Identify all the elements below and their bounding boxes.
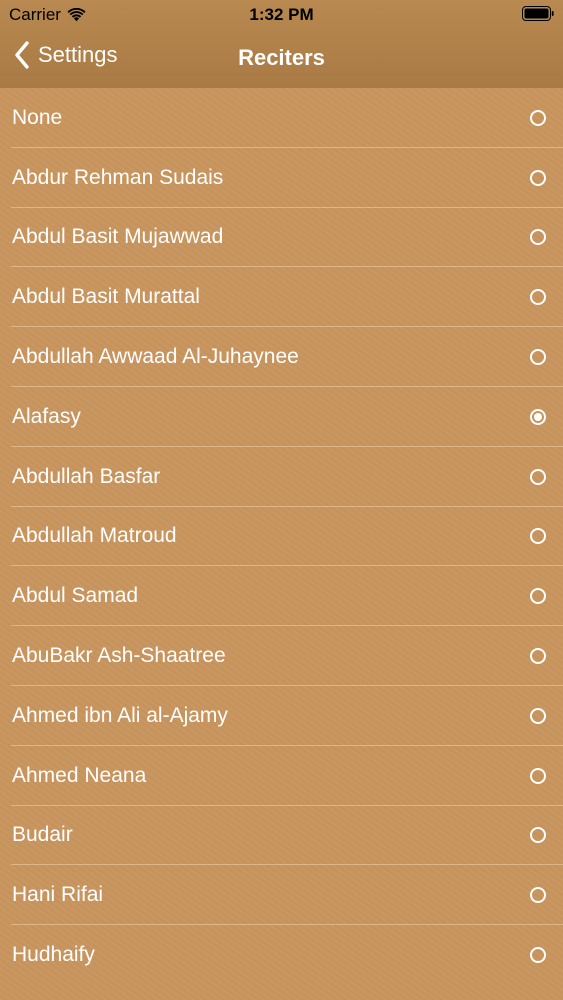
radio-button-icon[interactable] [530,648,546,665]
radio-button-icon[interactable] [530,947,546,964]
radio-button-selected-icon[interactable] [530,408,546,425]
radio-button-icon[interactable] [530,229,546,246]
list-item[interactable]: Abdur Rehman Sudais [0,148,563,208]
list-item-label: Abdullah Basfar [12,464,161,488]
radio-button-icon[interactable] [530,528,546,545]
radio-button-icon[interactable] [530,349,546,366]
list-item-label: Alafasy [12,404,81,428]
radio-button-icon[interactable] [530,887,546,904]
list-item[interactable]: Abdullah Basfar [0,447,563,507]
list-item[interactable]: None [0,88,563,148]
list-item[interactable]: Abdul Basit Mujawwad [0,208,563,268]
battery-icon [522,6,554,21]
list-item[interactable]: Hani Rifai [0,865,563,925]
list-item[interactable]: Abdul Basit Murattal [0,267,563,327]
list-item-label: Hani Rifai [12,883,104,907]
list-item-label: AbuBakr Ash-Shaatree [12,644,226,668]
status-bar: Carrier 1:32 PM [0,0,563,30]
list-item-label: Abdur Rehman Sudais [12,165,224,189]
radio-button-icon[interactable] [530,767,546,784]
list-item[interactable]: Ahmed Neana [0,746,563,806]
list-item-label: Abdul Samad [12,584,139,608]
list-item-label: Abdullah Matroud [12,524,177,548]
navigation-bar: Settings Reciters [0,30,563,88]
list-item[interactable]: AbuBakr Ash-Shaatree [0,626,563,686]
reciters-list: None Abdur Rehman Sudais Abdul Basit Muj… [0,88,563,1000]
list-item-label: Abdullah Awwaad Al-Juhaynee [12,345,299,369]
list-item[interactable]: Alafasy [0,387,563,447]
list-item-label: Budair [12,823,73,847]
list-item[interactable]: Budair [0,806,563,866]
radio-button-icon[interactable] [530,169,546,186]
radio-button-icon[interactable] [530,109,546,126]
list-item-label: Hudhaify [12,943,95,967]
list-item[interactable]: Abdullah Awwaad Al-Juhaynee [0,327,563,387]
radio-button-icon[interactable] [530,707,546,724]
list-item-label: Abdul Basit Mujawwad [12,225,224,249]
radio-button-icon[interactable] [530,827,546,844]
radio-button-icon[interactable] [530,468,546,485]
list-item-label: Abdul Basit Murattal [12,285,200,309]
list-item[interactable]: Ahmed ibn Ali al-Ajamy [0,686,563,746]
radio-button-icon[interactable] [530,289,546,306]
radio-button-icon[interactable] [530,588,546,605]
list-item[interactable]: Abdullah Matroud [0,507,563,567]
list-item[interactable]: Hudhaify [0,925,563,985]
list-item-label: Ahmed Neana [12,763,147,787]
header: Carrier 1:32 PM Settings Reciters [0,0,563,88]
list-item-label: None [12,105,63,129]
list-item-label: Ahmed ibn Ali al-Ajamy [12,703,228,727]
status-time: 1:32 PM [249,5,314,24]
page-title: Reciters [238,45,325,70]
list-item[interactable]: Abdul Samad [0,566,563,626]
